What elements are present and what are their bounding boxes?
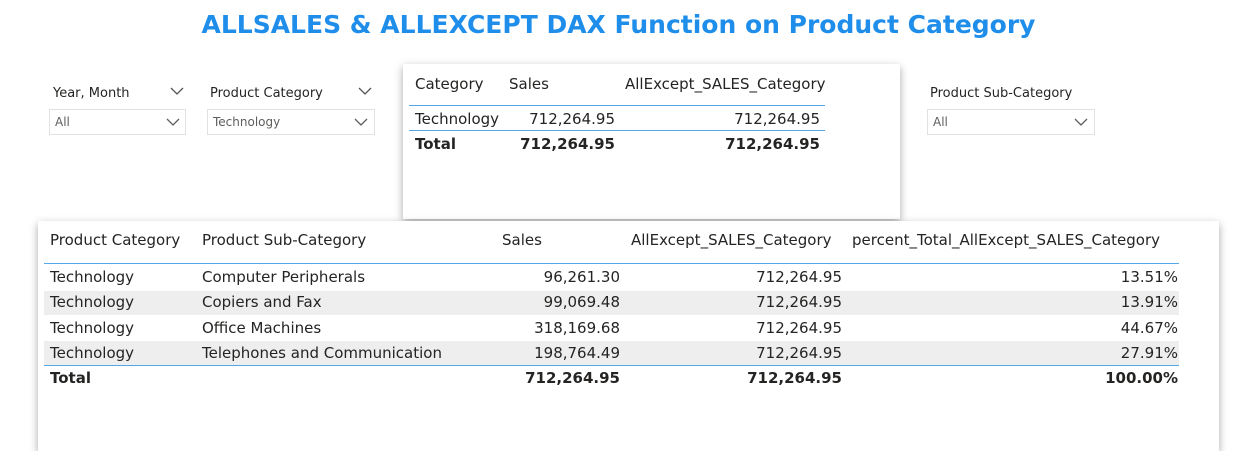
total-value: 712,264.95 bbox=[520, 135, 615, 153]
table-cell: 99,069.48 bbox=[543, 293, 620, 311]
product-category-dropdown[interactable]: Technology bbox=[207, 109, 375, 135]
column-header[interactable]: Sales bbox=[502, 231, 542, 249]
total-divider bbox=[44, 365, 1179, 366]
table-cell: Technology bbox=[415, 110, 500, 128]
product-category-slicer[interactable]: Product Category Technology bbox=[207, 86, 380, 138]
total-divider bbox=[409, 130, 825, 131]
product-subcategory-slicer-label: Product Sub-Category bbox=[930, 86, 1073, 101]
table-cell: 318,169.68 bbox=[534, 319, 620, 337]
page-title: ALLSALES & ALLEXCEPT DAX Function on Pro… bbox=[201, 10, 1036, 39]
table-cell: Copiers and Fax bbox=[202, 293, 322, 311]
total-value: 712,264.95 bbox=[525, 369, 620, 387]
table-cell: 712,264.95 bbox=[756, 319, 842, 337]
product-subcategory-value: All bbox=[933, 115, 948, 129]
table-cell: Technology bbox=[50, 293, 135, 311]
table-cell: Computer Peripherals bbox=[202, 268, 366, 286]
table-cell: 712,264.95 bbox=[734, 110, 820, 128]
column-header[interactable]: AllExcept_SALES_Category bbox=[625, 75, 826, 93]
chevron-down-icon bbox=[1074, 118, 1088, 126]
column-header[interactable]: Product Sub-Category bbox=[202, 231, 366, 249]
category-summary-table[interactable]: Category Sales AllExcept_SALES_Category … bbox=[403, 64, 900, 219]
column-header[interactable]: percent_Total_AllExcept_SALES_Category bbox=[852, 231, 1160, 249]
chevron-down-icon bbox=[354, 118, 368, 126]
total-value: 100.00% bbox=[1105, 369, 1178, 387]
header-divider bbox=[409, 105, 825, 106]
table-cell: 712,264.95 bbox=[529, 110, 615, 128]
table-cell: Technology bbox=[50, 344, 135, 362]
total-label: Total bbox=[415, 135, 456, 153]
table-cell: Technology bbox=[50, 268, 135, 286]
product-subcategory-slicer[interactable]: Product Sub-Category All bbox=[927, 86, 1100, 138]
column-header[interactable]: Sales bbox=[509, 75, 549, 93]
header-divider bbox=[44, 263, 1179, 264]
table-cell: 712,264.95 bbox=[756, 344, 842, 362]
product-category-value: Technology bbox=[213, 115, 281, 129]
table-cell: 198,764.49 bbox=[534, 344, 620, 362]
year-month-value: All bbox=[55, 115, 70, 129]
column-header[interactable]: Product Category bbox=[50, 231, 180, 249]
table-cell: 13.51% bbox=[1120, 268, 1178, 286]
subcategory-table[interactable]: Product Category Product Sub-Category Sa… bbox=[38, 221, 1219, 451]
table-cell: Office Machines bbox=[202, 319, 322, 337]
chevron-down-icon[interactable] bbox=[358, 86, 372, 96]
table-cell: 13.91% bbox=[1120, 293, 1178, 311]
table-cell: 27.91% bbox=[1120, 344, 1178, 362]
year-month-dropdown[interactable]: All bbox=[49, 109, 186, 135]
table-cell: 712,264.95 bbox=[756, 293, 842, 311]
column-header[interactable]: Category bbox=[415, 75, 484, 93]
table-cell: Telephones and Communication bbox=[202, 344, 442, 362]
table-cell: Technology bbox=[50, 319, 135, 337]
total-value: 712,264.95 bbox=[747, 369, 842, 387]
year-month-slicer-label: Year, Month bbox=[53, 86, 130, 101]
year-month-slicer[interactable]: Year, Month All bbox=[49, 86, 188, 138]
table-cell: 712,264.95 bbox=[756, 268, 842, 286]
table-cell: 44.67% bbox=[1120, 319, 1178, 337]
product-category-slicer-label: Product Category bbox=[210, 86, 323, 101]
product-subcategory-dropdown[interactable]: All bbox=[927, 109, 1095, 135]
column-header[interactable]: AllExcept_SALES_Category bbox=[631, 231, 832, 249]
total-value: 712,264.95 bbox=[725, 135, 820, 153]
chevron-down-icon bbox=[166, 118, 180, 126]
table-cell: 96,261.30 bbox=[543, 268, 620, 286]
total-label: Total bbox=[50, 369, 91, 387]
chevron-down-icon[interactable] bbox=[170, 86, 184, 96]
